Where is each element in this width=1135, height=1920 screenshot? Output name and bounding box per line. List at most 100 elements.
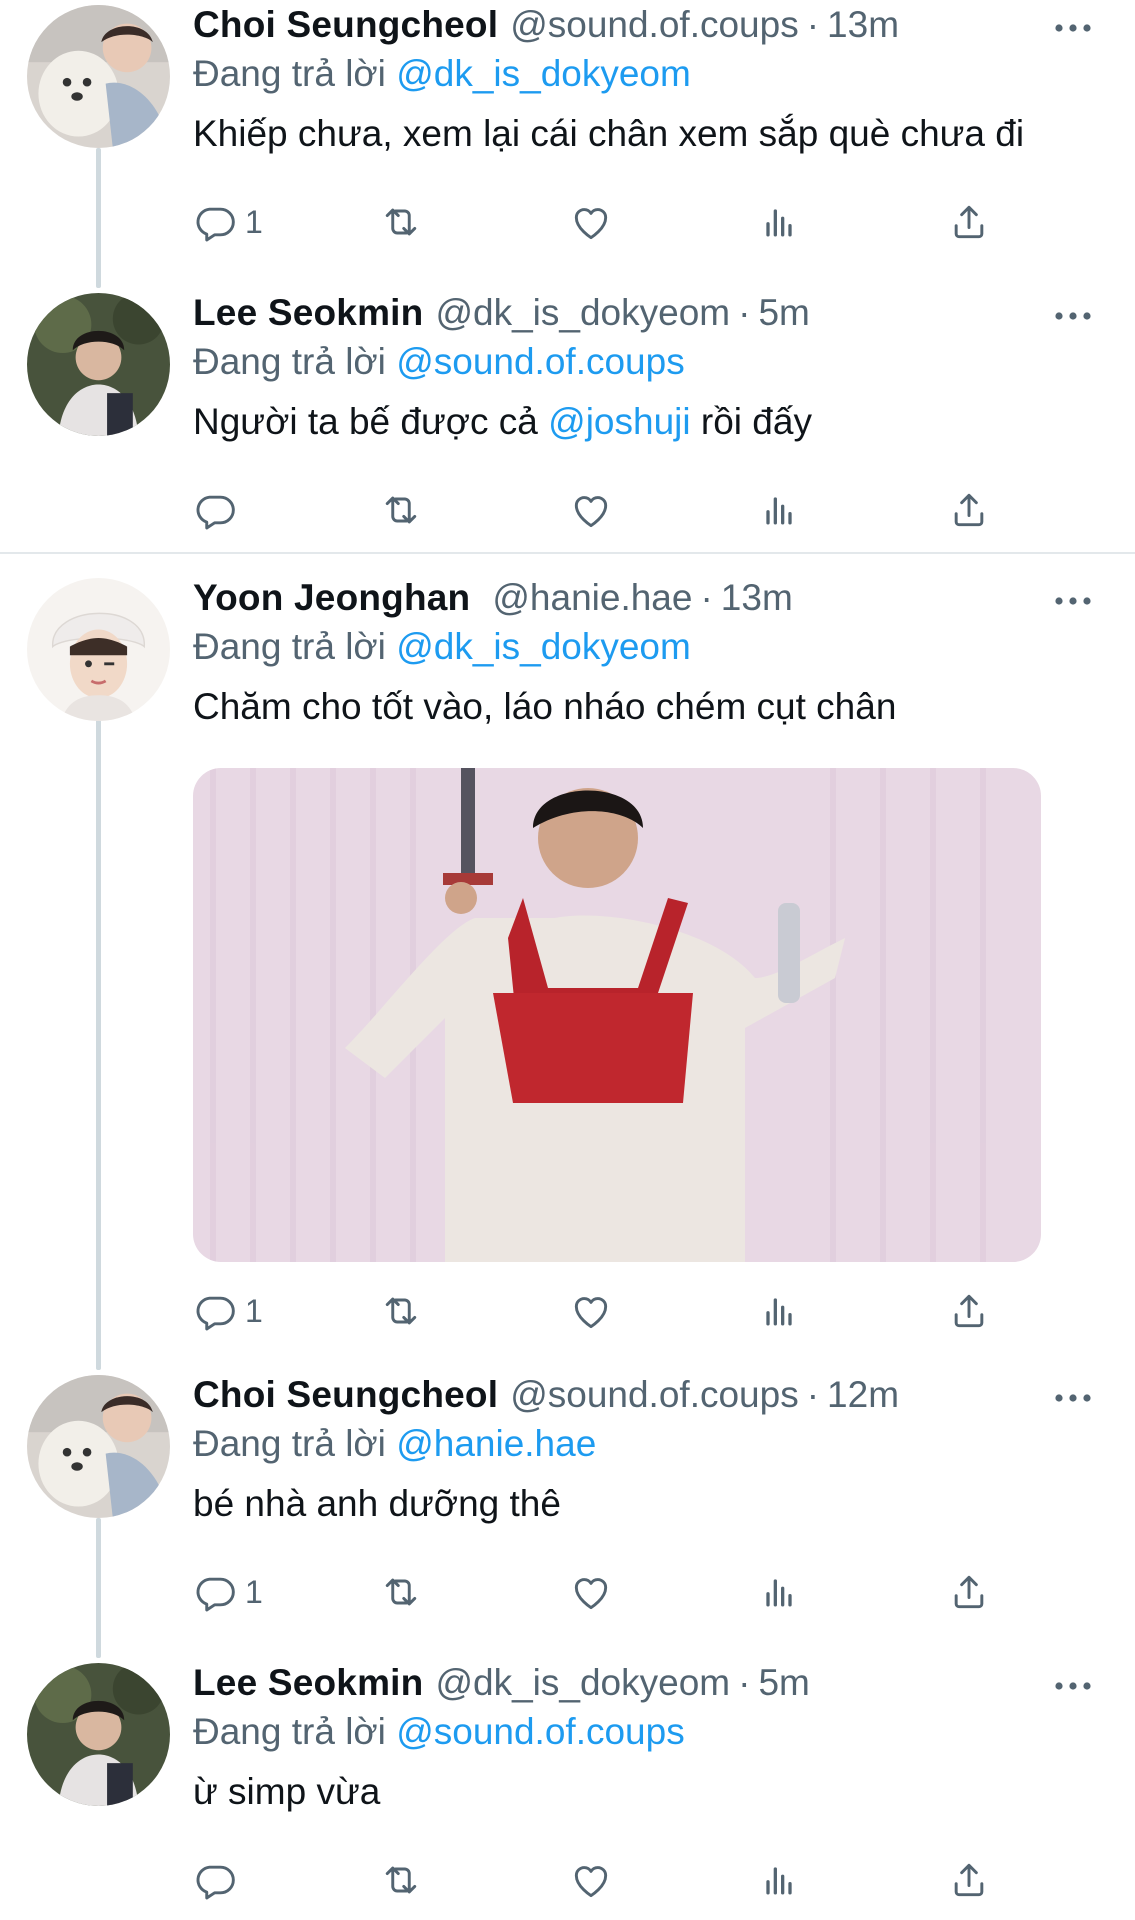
separator: · <box>738 1662 751 1703</box>
replying-to-label: Đang trả lời <box>193 341 386 382</box>
retweet-button[interactable] <box>379 1287 423 1335</box>
views-button[interactable] <box>757 1856 801 1904</box>
reply-count: 1 <box>245 203 263 240</box>
action-bar <box>193 486 1013 534</box>
share-icon <box>947 200 991 244</box>
tweet-header: Lee Seokmin @dk_is_dokyeom · 5m <box>193 292 1105 336</box>
tweet-text: bé nhà anh dưỡng thê <box>193 1483 561 1524</box>
like-button[interactable] <box>569 198 613 246</box>
reply-button[interactable]: 1 <box>193 1287 263 1335</box>
author-handle[interactable]: @sound.of.coups <box>510 1374 799 1416</box>
tweet-text: Người ta bế được cả @joshuji rồi đấy <box>193 401 812 443</box>
retweet-button[interactable] <box>379 1568 423 1616</box>
replying-to: Đang trả lời @dk_is_dokyeom <box>193 53 691 95</box>
like-icon <box>569 488 613 532</box>
more-icon[interactable] <box>1053 1680 1093 1692</box>
reply-icon <box>193 1289 237 1333</box>
reply-icon <box>193 200 237 244</box>
views-icon <box>757 1570 801 1614</box>
mention-link[interactable]: @sound.of.coups <box>396 1711 685 1752</box>
author-handle[interactable]: @dk_is_dokyeom <box>435 292 730 334</box>
more-icon[interactable] <box>1053 310 1093 322</box>
share-button[interactable] <box>947 486 991 534</box>
timestamp[interactable]: 5m <box>758 292 809 334</box>
retweet-button[interactable] <box>379 1856 423 1904</box>
views-button[interactable] <box>757 486 801 534</box>
tweet-text: Khiếp chưa, xem lại cái chân xem sắp què… <box>193 113 1025 154</box>
timestamp[interactable]: 13m <box>827 4 899 46</box>
like-button[interactable] <box>569 1287 613 1335</box>
avatar[interactable] <box>27 578 170 721</box>
replying-to-label: Đang trả lời <box>193 1423 386 1464</box>
like-button[interactable] <box>569 1856 613 1904</box>
avatar[interactable] <box>27 5 170 148</box>
avatar[interactable] <box>27 1663 170 1806</box>
mention-link[interactable]: @dk_is_dokyeom <box>396 626 691 667</box>
more-icon[interactable] <box>1053 22 1093 34</box>
avatar-image <box>27 5 170 148</box>
reply-button[interactable] <box>193 1856 245 1904</box>
avatar-image <box>27 1663 170 1806</box>
mention-link[interactable]: @hanie.hae <box>396 1423 596 1464</box>
action-bar: 1 <box>193 1568 1013 1616</box>
replying-to: Đang trả lời @sound.of.coups <box>193 1711 685 1753</box>
more-icon[interactable] <box>1053 1392 1093 1404</box>
share-button[interactable] <box>947 1287 991 1335</box>
author-name[interactable]: Lee Seokmin <box>193 292 423 334</box>
author-name[interactable]: Choi Seungcheol <box>193 4 498 46</box>
more-icon[interactable] <box>1053 595 1093 607</box>
share-button[interactable] <box>947 198 991 246</box>
like-icon <box>569 200 613 244</box>
author-handle[interactable]: @hanie.hae <box>492 577 692 619</box>
views-button[interactable] <box>757 1568 801 1616</box>
retweet-icon <box>379 1858 423 1902</box>
author-handle[interactable]: @sound.of.coups <box>510 4 799 46</box>
replying-to-label: Đang trả lời <box>193 1711 386 1752</box>
tweet-header: Yoon Jeonghan @hanie.hae · 13m <box>193 577 1105 621</box>
tweet-text-part: Người ta bế được cả <box>193 401 549 442</box>
reply-count: 1 <box>245 1573 263 1610</box>
views-button[interactable] <box>757 198 801 246</box>
replying-to-label: Đang trả lời <box>193 53 386 94</box>
author-handle[interactable]: @dk_is_dokyeom <box>435 1662 730 1704</box>
replying-to: Đang trả lời @hanie.hae <box>193 1423 596 1465</box>
retweet-button[interactable] <box>379 486 423 534</box>
views-button[interactable] <box>757 1287 801 1335</box>
action-bar: 1 <box>193 198 1013 246</box>
separator: · <box>806 4 820 45</box>
like-button[interactable] <box>569 1568 613 1616</box>
like-button[interactable] <box>569 486 613 534</box>
avatar[interactable] <box>27 1375 170 1518</box>
reply-icon <box>193 1570 237 1614</box>
reply-button[interactable]: 1 <box>193 198 263 246</box>
mention-link[interactable]: @joshuji <box>548 401 690 442</box>
thread-line-1 <box>96 148 101 288</box>
reply-button[interactable]: 1 <box>193 1568 263 1616</box>
tweet-text: ừ simp vừa <box>193 1771 381 1812</box>
like-icon <box>569 1570 613 1614</box>
author-name[interactable]: Choi Seungcheol <box>193 1374 498 1416</box>
timestamp[interactable]: 13m <box>721 577 793 619</box>
media-picture <box>193 768 1041 1262</box>
views-icon <box>757 1858 801 1902</box>
reply-icon <box>193 1858 237 1902</box>
share-icon <box>947 1570 991 1614</box>
reply-button[interactable] <box>193 486 245 534</box>
author-name[interactable]: Lee Seokmin <box>193 1662 423 1704</box>
timestamp[interactable]: 12m <box>827 1374 899 1416</box>
views-icon <box>757 200 801 244</box>
timestamp[interactable]: 5m <box>758 1662 809 1704</box>
mention-link[interactable]: @dk_is_dokyeom <box>396 53 691 94</box>
retweet-icon <box>379 1570 423 1614</box>
avatar-image <box>27 1375 170 1518</box>
share-button[interactable] <box>947 1856 991 1904</box>
retweet-button[interactable] <box>379 198 423 246</box>
share-button[interactable] <box>947 1568 991 1616</box>
author-name[interactable]: Yoon Jeonghan <box>193 577 470 619</box>
mention-link[interactable]: @sound.of.coups <box>396 341 685 382</box>
replying-to-label: Đang trả lời <box>193 626 386 667</box>
tweet-media-image[interactable] <box>193 768 1041 1262</box>
avatar[interactable] <box>27 293 170 436</box>
tweet-header: Choi Seungcheol @sound.of.coups · 13m <box>193 4 1105 48</box>
separator: · <box>700 577 713 618</box>
